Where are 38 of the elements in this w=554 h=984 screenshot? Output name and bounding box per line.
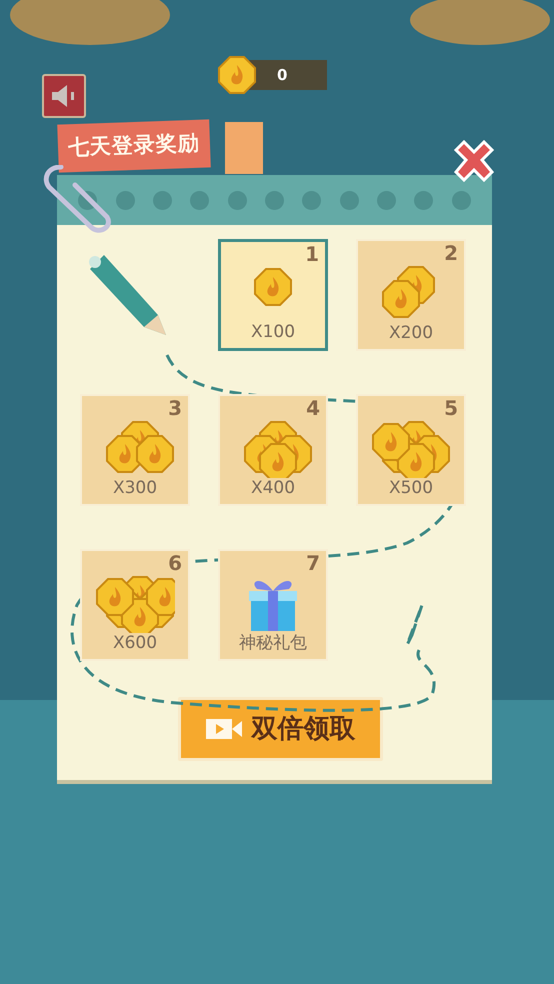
binding-hole — [377, 190, 396, 210]
reward-card[interactable]: 2 X200 — [356, 239, 466, 351]
reward-label: X100 — [250, 322, 296, 342]
day-number: 7 — [306, 553, 320, 573]
reward-label: 神秘礼包 — [239, 632, 307, 653]
day-number: 6 — [168, 553, 182, 573]
reward-card[interactable]: 3 X300 — [80, 394, 190, 506]
binding-hole — [190, 190, 210, 210]
reward-label: X200 — [388, 322, 434, 343]
binding-hole — [264, 190, 284, 210]
reward-card[interactable]: 6 X600 — [80, 549, 190, 661]
reward-label: X500 — [388, 478, 434, 498]
reward-label: X600 — [112, 632, 158, 653]
reward-card[interactable]: 5 X500 — [356, 394, 466, 506]
reward-label: X400 — [250, 478, 296, 498]
ribbon-tail — [225, 122, 263, 174]
binding-hole — [116, 190, 135, 210]
sound-button[interactable] — [42, 74, 86, 118]
binding-hole — [302, 190, 322, 210]
binding-hole — [228, 190, 247, 210]
binding-hole — [152, 190, 172, 210]
day-number: 5 — [444, 398, 458, 418]
coin-icon — [217, 55, 257, 95]
day-number: 1 — [305, 244, 319, 264]
reward-label: X300 — [112, 478, 158, 498]
reward-card[interactable]: 4 X400 — [218, 394, 328, 506]
reward-card[interactable]: 7 神秘礼包 — [218, 549, 328, 661]
day-number: 4 — [306, 398, 320, 418]
title-ribbon: 七天登录奖励 — [57, 119, 211, 172]
binding-hole — [340, 190, 359, 210]
reward-card[interactable]: 1 X100 — [218, 239, 328, 351]
day-number: 2 — [444, 243, 458, 263]
binding-hole — [452, 190, 471, 210]
binding-hole — [414, 190, 434, 210]
coin-count: 0 — [249, 60, 328, 90]
double-claim-button[interactable]: 双倍领取 — [178, 697, 383, 761]
day-number: 3 — [168, 398, 182, 418]
video-camera-icon — [206, 717, 242, 741]
